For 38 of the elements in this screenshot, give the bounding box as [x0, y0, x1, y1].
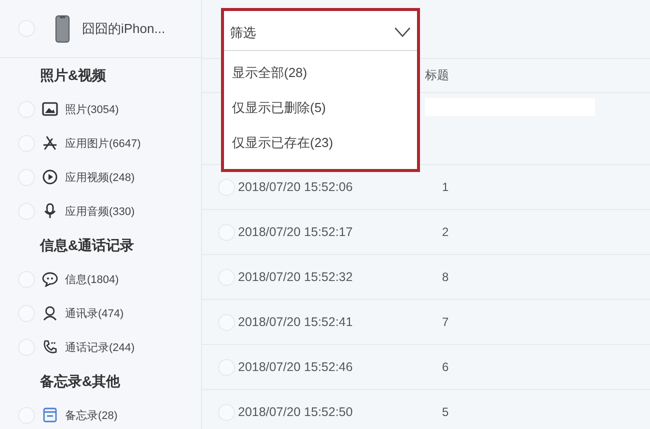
menu-option[interactable]: 仅显示已存在(23) — [224, 125, 417, 160]
chevron-icon — [394, 27, 411, 38]
microphone-icon — [42, 203, 58, 219]
section-heading: 信息&通话记录 — [38, 236, 136, 255]
phone-icon — [55, 14, 70, 44]
sidebar-item[interactable]: 通讯录(474) — [65, 306, 124, 320]
table-cell: 1 — [442, 180, 449, 194]
phone-call-icon — [42, 339, 58, 355]
chat-bubble-icon — [42, 271, 58, 287]
menu-option[interactable]: 显示全部(28) — [224, 55, 417, 90]
app-store-icon — [42, 135, 58, 151]
sidebar-item[interactable]: 应用视频(248) — [65, 170, 135, 184]
sidebar-item[interactable]: 信息(1804) — [65, 272, 119, 286]
device-name[interactable]: 囧囧的iPhon... — [82, 20, 166, 38]
table-cell-text: 2018/07/20 15:52:46 — [238, 360, 354, 374]
table-cell-text: 2018/07/20 15:52:32 — [238, 270, 354, 284]
sidebar-item[interactable]: 备忘录(28) — [65, 408, 118, 422]
play-icon — [42, 169, 58, 185]
image-icon — [42, 101, 58, 117]
note-icon — [42, 407, 58, 423]
person-icon — [42, 305, 58, 321]
sidebar-item[interactable]: 照片(3054) — [65, 102, 119, 116]
section-heading: 照片&视频 — [39, 66, 108, 85]
table-cell: 7 — [442, 315, 449, 329]
sidebar-item[interactable]: 应用音频(330) — [65, 204, 135, 218]
table-cell-text: 2018/07/20 15:52:50 — [238, 405, 354, 419]
sidebar-item[interactable]: 应用图片(6647) — [65, 136, 141, 150]
sidebar-item[interactable]: 通话记录(244) — [65, 340, 135, 354]
table-cell: 2 — [442, 225, 449, 239]
section-heading: 备忘录&其他 — [39, 372, 122, 391]
table-cell-text: 2018/07/20 15:52:17 — [238, 225, 354, 239]
table-cell: 8 — [442, 270, 449, 284]
table-cell: 5 — [442, 405, 449, 419]
menu-option[interactable]: 仅显示已删除(5) — [224, 90, 417, 125]
table-cell-text: 2018/07/20 15:52:06 — [238, 180, 354, 194]
table-cell-text: 2018/07/20 15:52:41 — [238, 315, 354, 329]
table-cell: 6 — [442, 360, 449, 374]
column-header: 标题 — [425, 67, 449, 84]
